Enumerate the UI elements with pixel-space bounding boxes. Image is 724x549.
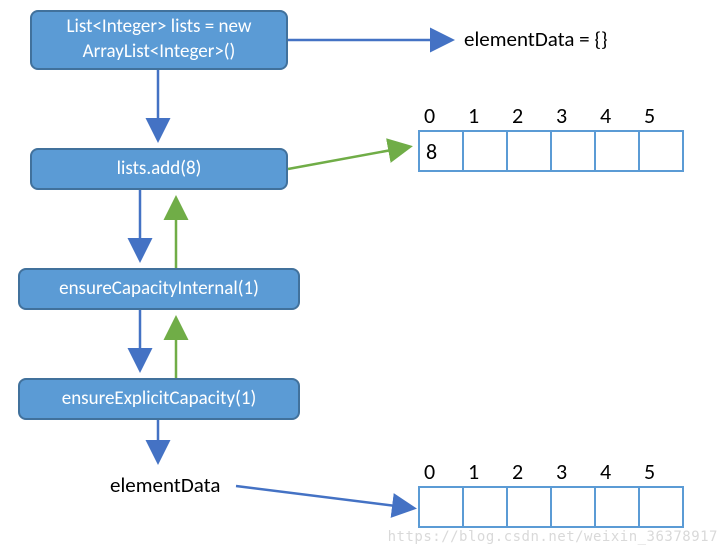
arrow-elementdata-to-array2	[236, 480, 422, 520]
array2-cell	[506, 486, 552, 528]
watermark: https://blog.csdn.net/weixin_36378917	[388, 529, 718, 545]
arrow-init-to-add	[148, 70, 168, 148]
array1-cell: 8	[418, 130, 464, 172]
arrow-add-to-internal	[130, 190, 150, 268]
arrow-init-to-elementdata	[288, 30, 460, 50]
array1-cell	[594, 130, 640, 172]
array1-cell	[506, 130, 552, 172]
array2-cell	[638, 486, 684, 528]
arrow-add-to-array1	[288, 145, 416, 185]
node-ensure-internal: ensureCapacityInternal(1)	[18, 268, 300, 310]
array2-idx: 5	[638, 458, 684, 485]
arrow-explicit-to-internal	[166, 310, 186, 378]
array1-indices: 0 1 2 3 4 5	[418, 102, 684, 129]
array1-idx: 3	[550, 102, 596, 129]
array1-idx: 0	[418, 102, 464, 129]
array2-cell	[594, 486, 640, 528]
node-init: List<Integer> lists = new ArrayList<Inte…	[30, 10, 288, 70]
array2-idx: 4	[594, 458, 640, 485]
array1-cell	[550, 130, 596, 172]
node-add: lists.add(8)	[30, 148, 288, 190]
label-elementdata-final: elementData	[110, 472, 220, 498]
array1-cell	[638, 130, 684, 172]
array2-idx: 0	[418, 458, 464, 485]
array2-cell	[418, 486, 464, 528]
array1-idx: 5	[638, 102, 684, 129]
array2-cells	[418, 486, 684, 528]
node-init-label: List<Integer> lists = new ArrayList<Inte…	[67, 15, 252, 64]
array2-cell	[550, 486, 596, 528]
array1-cell	[462, 130, 508, 172]
array2-idx: 3	[550, 458, 596, 485]
array1-idx: 1	[462, 102, 508, 129]
node-ensure-explicit-label: ensureExplicitCapacity(1)	[62, 387, 256, 412]
array2-idx: 1	[462, 458, 508, 485]
label-elementdata-init: elementData = {}	[464, 26, 608, 52]
array1-idx: 4	[594, 102, 640, 129]
node-ensure-explicit: ensureExplicitCapacity(1)	[18, 378, 300, 420]
array1-cells: 8	[418, 130, 684, 172]
array2-idx: 2	[506, 458, 552, 485]
arrow-internal-to-explicit	[130, 310, 150, 378]
arrow-explicit-to-elementdata	[148, 420, 168, 470]
array2-cell	[462, 486, 508, 528]
node-ensure-internal-label: ensureCapacityInternal(1)	[59, 277, 259, 302]
arrow-internal-to-add	[166, 190, 186, 268]
array2-indices: 0 1 2 3 4 5	[418, 458, 684, 485]
node-add-label: lists.add(8)	[117, 157, 202, 182]
array1-idx: 2	[506, 102, 552, 129]
